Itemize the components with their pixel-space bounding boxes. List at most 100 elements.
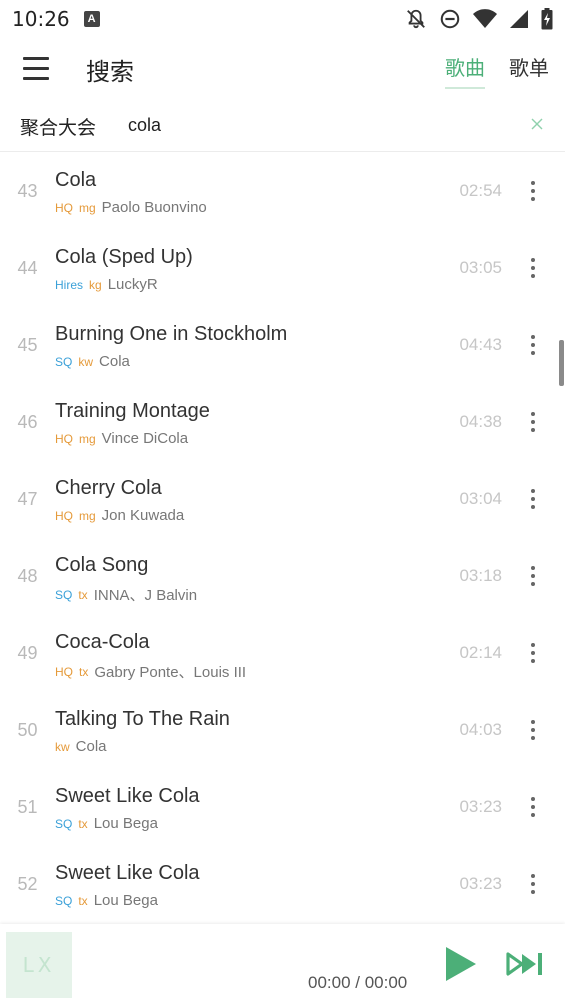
song-row[interactable]: 52 Sweet Like Cola SQ tx Lou Bega 03:23 [0, 846, 565, 923]
status-time: 10:26 [12, 7, 70, 31]
song-meta: Hires kg LuckyR [55, 276, 158, 293]
song-row[interactable]: 45 Burning One in Stockholm SQ kw Cola 04:43 [0, 307, 565, 384]
song-duration: 03:04 [459, 489, 502, 508]
source-badge: mg [79, 431, 96, 446]
status-bar: 10:26 A [0, 0, 565, 38]
song-number: 48 [17, 566, 38, 586]
quality-badge: SQ [55, 893, 73, 908]
next-track-icon[interactable] [505, 948, 545, 980]
playback-time: 00:00 / 00:00 [308, 973, 408, 992]
search-input[interactable] [128, 110, 508, 140]
song-title: Cola (Sped Up) [55, 246, 193, 268]
song-title: Cola [55, 169, 97, 191]
battery-charging-icon [541, 8, 553, 30]
source-badge: mg [79, 508, 96, 523]
song-row[interactable]: 49 Coca-Cola HQ tx Gabry Ponte、Louis III 02:1… [0, 615, 565, 692]
song-number: 44 [17, 258, 38, 278]
source-badge: kg [89, 277, 102, 292]
quality-badge: HQ [55, 431, 73, 446]
song-meta: SQ kw Cola [55, 353, 130, 370]
song-artist: Cola [99, 353, 130, 370]
source-badge: tx [78, 816, 88, 831]
song-number: 46 [17, 412, 38, 432]
song-duration: 03:23 [459, 874, 502, 893]
notification-a-icon: A [83, 11, 100, 27]
scrollbar-thumb[interactable] [559, 340, 564, 386]
menu-button[interactable] [16, 50, 56, 86]
more-options-icon[interactable] [521, 641, 545, 665]
hamburger-icon-bar [23, 66, 49, 70]
song-meta: HQ tx Gabry Ponte、Louis III [55, 661, 246, 682]
song-meta: HQ mg Vince DiCola [55, 430, 188, 447]
source-badge: tx [79, 664, 89, 679]
more-options-icon[interactable] [521, 256, 545, 280]
more-options-icon[interactable] [521, 872, 545, 896]
song-row[interactable]: 43 Cola HQ mg Paolo Buonvino 02:54 [0, 153, 565, 230]
song-duration: 04:43 [459, 335, 502, 354]
song-row[interactable]: 44 Cola (Sped Up) Hires kg LuckyR 03:05 [0, 230, 565, 307]
song-title: Cherry Cola [55, 477, 162, 499]
more-options-icon[interactable] [521, 179, 545, 203]
song-artist: Jon Kuwada [101, 507, 185, 524]
search-bar: 聚合大会 [0, 100, 565, 152]
song-row[interactable]: 51 Sweet Like Cola SQ tx Lou Bega 03:23 [0, 769, 565, 846]
song-title: Coca-Cola [55, 631, 150, 653]
more-options-icon[interactable] [521, 795, 545, 819]
clear-search-icon[interactable] [529, 116, 545, 132]
source-badge: mg [79, 200, 96, 215]
hamburger-icon-bar [23, 76, 49, 80]
song-title: Sweet Like Cola [55, 785, 200, 807]
do-not-disturb-icon [440, 9, 460, 29]
song-number: 52 [17, 874, 38, 894]
more-options-icon[interactable] [521, 333, 545, 357]
song-meta: SQ tx INNA、J Balvin [55, 584, 197, 605]
more-options-icon[interactable] [521, 564, 545, 588]
source-selector[interactable]: 聚合大会 [20, 113, 96, 140]
song-artist: Paolo Buonvino [101, 199, 207, 216]
song-title: Burning One in Stockholm [55, 323, 288, 345]
tab-playlists[interactable]: 歌单 [509, 52, 549, 89]
album-cover[interactable]: LX [6, 932, 72, 998]
quality-badge: SQ [55, 587, 73, 602]
song-title: Cola Song [55, 554, 149, 576]
quality-badge: HQ [55, 508, 73, 523]
tab-songs[interactable]: 歌曲 [445, 52, 485, 89]
song-row[interactable]: 50 Talking To The Rain kw Cola 04:03 [0, 692, 565, 769]
quality-badge: HQ [55, 664, 73, 679]
song-title: Sweet Like Cola [55, 862, 200, 884]
song-artist: Cola [75, 738, 107, 755]
song-duration: 03:18 [459, 566, 502, 585]
song-meta: kw Cola [55, 738, 107, 755]
song-artist: Lou Bega [93, 815, 158, 832]
source-badge: tx [78, 587, 88, 602]
quality-badge: SQ [55, 354, 73, 369]
source-badge: kw [78, 354, 94, 369]
song-duration: 02:14 [459, 643, 502, 662]
quality-badge: HQ [55, 200, 73, 215]
more-options-icon[interactable] [521, 718, 545, 742]
song-artist: INNA、J Balvin [93, 587, 198, 604]
song-meta: HQ mg Paolo Buonvino [55, 199, 207, 216]
play-icon[interactable] [440, 944, 480, 984]
song-number: 50 [17, 720, 38, 740]
quality-badge: SQ [55, 816, 73, 831]
song-list: 43 Cola HQ mg Paolo Buonvino 02:54 44 Cola (Spe… [0, 153, 565, 923]
song-row[interactable]: 47 Cherry Cola HQ mg Jon Kuwada 03:04 [0, 461, 565, 538]
song-duration: 04:38 [459, 412, 502, 431]
song-row[interactable]: 46 Training Montage HQ mg Vince DiCola 04:38 [0, 384, 565, 461]
song-number: 47 [17, 489, 38, 509]
song-meta: HQ mg Jon Kuwada [55, 507, 184, 524]
source-badge: kw [55, 739, 70, 754]
status-icons [405, 8, 553, 30]
hamburger-icon [23, 56, 49, 60]
song-row[interactable]: 48 Cola Song SQ tx INNA、J Balvin 03:18 [0, 538, 565, 615]
wifi-icon [473, 9, 497, 28]
song-number: 43 [17, 181, 38, 201]
song-number: 51 [17, 797, 38, 817]
more-options-icon[interactable] [521, 487, 545, 511]
song-artist: LuckyR [107, 276, 158, 293]
page-title: 搜索 [86, 58, 134, 86]
song-title: Talking To The Rain [55, 708, 230, 730]
more-options-icon[interactable] [521, 410, 545, 434]
song-duration: 03:05 [459, 258, 502, 277]
